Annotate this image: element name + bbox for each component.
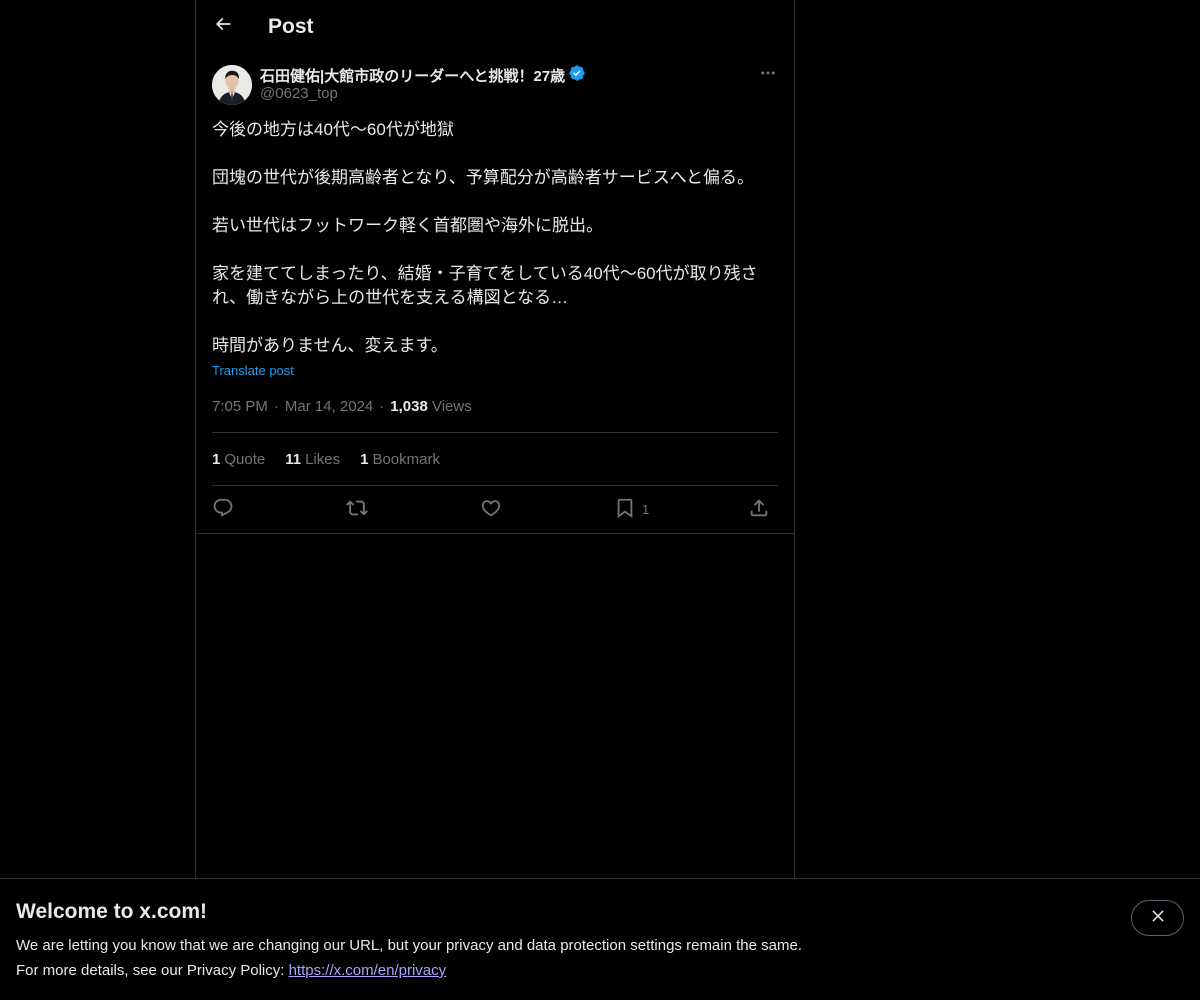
post-text: 今後の地方は40代〜60代が地獄 団塊の世代が後期高齢者となり、予算配分が高齢者… [212, 118, 778, 358]
banner-close-button[interactable] [1131, 900, 1184, 936]
avatar[interactable] [212, 65, 252, 105]
divider [212, 432, 778, 433]
bookmarks-count: 1 [360, 450, 369, 468]
post-line: 今後の地方は40代〜60代が地獄 [212, 120, 454, 139]
banner-privacy-prefix: For more details, see our Privacy Policy… [16, 962, 289, 979]
main-column: Post 石田健佑|大館市政のリーダーへと挑戦！27歳 @0623_top 今後… [195, 0, 795, 1000]
banner-privacy-line: For more details, see our Privacy Policy… [16, 961, 446, 981]
views-stat: 1,038 Views [390, 398, 471, 415]
views-count: 1,038 [390, 397, 428, 415]
post-line [212, 238, 778, 262]
page-title: Post [268, 15, 314, 38]
quotes-count: 1 [212, 450, 221, 468]
page-header: Post [196, 0, 794, 54]
repost-icon [346, 497, 368, 522]
share-icon [748, 497, 770, 522]
back-button[interactable] [206, 9, 240, 43]
bookmarks-stat: 1 Bookmark [360, 451, 440, 468]
post-author: 石田健佑|大館市政のリーダーへと挑戦！27歳 @0623_top [212, 64, 778, 109]
privacy-policy-link[interactable]: https://x.com/en/privacy [289, 962, 447, 979]
post-line: 時間がありません、変えます。 [212, 336, 448, 355]
more-dots-icon [759, 64, 777, 87]
bookmark-button[interactable]: 1 [614, 494, 649, 524]
more-options-button[interactable] [758, 65, 778, 85]
author-handle[interactable]: @0623_top [260, 85, 338, 102]
like-button[interactable] [480, 494, 502, 524]
share-button[interactable] [748, 494, 770, 524]
banner-title: Welcome to x.com! [16, 900, 207, 923]
quotes-label: Quote [224, 450, 266, 468]
verified-badge-icon [568, 64, 586, 87]
meta-separator: · [379, 397, 385, 415]
post-line: 家を建ててしまったり、結婚・子育てをしている40代〜60代が取り残さ [212, 264, 758, 283]
post-line: れ、働きながら上の世代を支える構図となる… [212, 288, 569, 307]
views-label: Views [431, 397, 472, 415]
bookmarks-label: Bookmark [372, 450, 440, 468]
post-line [212, 310, 778, 334]
post-time[interactable]: 7:05 PM [212, 398, 268, 415]
reply-icon [212, 497, 234, 522]
bookmark-count: 1 [642, 501, 650, 517]
post-line [212, 142, 778, 166]
post-actions: 1 [212, 494, 778, 524]
post-line: 団塊の世代が後期高齢者となり、予算配分が高齢者サービスへと偏る。 [212, 168, 754, 187]
post-line [212, 190, 778, 214]
bookmark-icon [614, 497, 636, 522]
author-name[interactable]: 石田健佑|大館市政のリーダーへと挑戦！27歳 [260, 65, 565, 86]
arrow-left-icon [213, 14, 233, 39]
quotes-stat[interactable]: 1 Quote [212, 451, 265, 468]
repost-button[interactable] [346, 494, 368, 524]
post-line: 若い世代はフットワーク軽く首都圏や海外に脱出。 [212, 216, 603, 235]
reply-button[interactable] [212, 494, 234, 524]
close-icon [1149, 907, 1167, 930]
meta-separator: · [273, 397, 279, 415]
likes-count: 11 [285, 450, 302, 468]
post-meta: 7:05 PM · Mar 14, 2024 · 1,038 Views [212, 395, 472, 417]
welcome-banner: Welcome to x.com! We are letting you kno… [0, 878, 1200, 1000]
divider [196, 533, 794, 534]
engagement-stats: 1 Quote 11 Likes 1 Bookmark [212, 448, 440, 470]
heart-icon [480, 497, 502, 522]
post-date[interactable]: Mar 14, 2024 [285, 398, 373, 415]
author-name-row: 石田健佑|大館市政のリーダーへと挑戦！27歳 [260, 64, 586, 87]
banner-message: We are letting you know that we are chan… [16, 937, 802, 954]
divider [212, 485, 778, 486]
translate-post-link[interactable]: Translate post [212, 361, 294, 381]
likes-stat[interactable]: 11 Likes [285, 451, 340, 468]
likes-label: Likes [305, 450, 341, 468]
